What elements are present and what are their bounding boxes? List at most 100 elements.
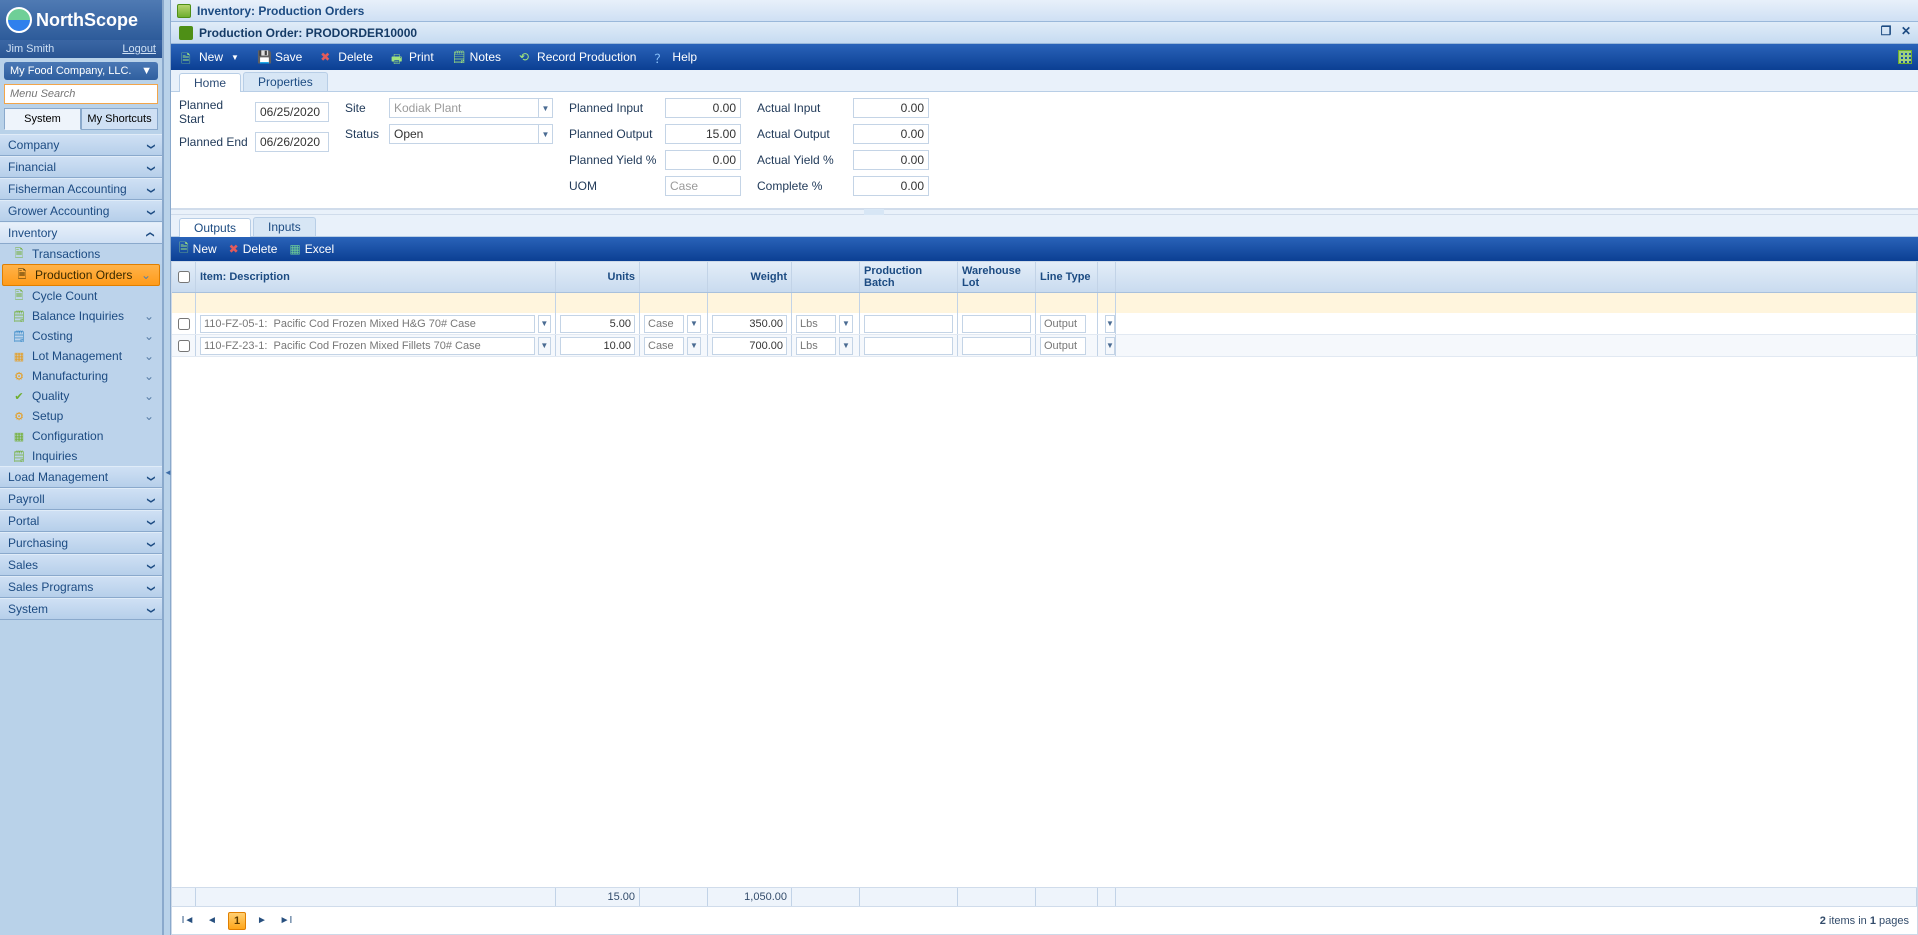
nav-group-grower-accounting[interactable]: Grower Accounting bbox=[0, 200, 162, 222]
sidebar-collapse-handle[interactable] bbox=[163, 0, 171, 935]
col-item[interactable]: Item: Description bbox=[196, 262, 556, 292]
tab-properties[interactable]: Properties bbox=[243, 72, 328, 91]
nav-group-load-management[interactable]: Load Management bbox=[0, 466, 162, 488]
col-linetype[interactable]: Line Type bbox=[1036, 262, 1098, 292]
pager-next[interactable]: ► bbox=[254, 913, 270, 929]
nav-item-costing[interactable]: 🗒Costing⌄ bbox=[0, 326, 162, 346]
actual-output-field[interactable] bbox=[853, 124, 929, 144]
row-checkbox[interactable] bbox=[178, 340, 190, 352]
dropdown-arrow-icon[interactable]: ▼ bbox=[538, 315, 551, 333]
uom-field[interactable] bbox=[665, 176, 741, 196]
pager-last[interactable]: ►I bbox=[278, 913, 294, 929]
tab-system[interactable]: System bbox=[4, 108, 81, 130]
detail-new-button[interactable]: 🗎New bbox=[179, 239, 217, 260]
col-units[interactable]: Units bbox=[556, 262, 640, 292]
help-button[interactable]: ？Help bbox=[650, 48, 701, 66]
menu-search-input[interactable] bbox=[4, 84, 158, 104]
complete-field[interactable] bbox=[853, 176, 929, 196]
tab-inputs[interactable]: Inputs bbox=[253, 217, 316, 236]
dropdown-arrow-icon[interactable]: ▼ bbox=[687, 337, 701, 355]
nav-item-balance-inquiries[interactable]: 🗒Balance Inquiries⌄ bbox=[0, 306, 162, 326]
tab-outputs[interactable]: Outputs bbox=[179, 218, 251, 237]
company-selector[interactable]: My Food Company, LLC. ▼ bbox=[4, 62, 158, 80]
units-cell[interactable] bbox=[560, 337, 635, 355]
nav-group-sales[interactable]: Sales bbox=[0, 554, 162, 576]
nav-group-portal[interactable]: Portal bbox=[0, 510, 162, 532]
select-all-checkbox[interactable] bbox=[178, 271, 190, 283]
item-cell[interactable] bbox=[200, 337, 535, 355]
col-lot[interactable]: Warehouse Lot bbox=[958, 262, 1036, 292]
nav-group-financial[interactable]: Financial bbox=[0, 156, 162, 178]
horizontal-splitter[interactable] bbox=[171, 209, 1918, 215]
planned-yield-field[interactable] bbox=[665, 150, 741, 170]
pager-prev[interactable]: ◄ bbox=[204, 913, 220, 929]
delete-button[interactable]: ✖Delete bbox=[316, 48, 377, 66]
nav-group-payroll[interactable]: Payroll bbox=[0, 488, 162, 510]
actual-input-field[interactable] bbox=[853, 98, 929, 118]
dropdown-arrow-icon[interactable]: ▼ bbox=[839, 337, 853, 355]
weight-cell[interactable] bbox=[712, 337, 787, 355]
nav-item-transactions[interactable]: 🗎Transactions bbox=[0, 244, 162, 264]
detail-delete-button[interactable]: ✖Delete bbox=[229, 242, 278, 256]
weight-uom-cell[interactable] bbox=[796, 315, 836, 333]
window-close-icon[interactable]: ✕ bbox=[1898, 24, 1914, 38]
nav-item-quality[interactable]: ✔Quality⌄ bbox=[0, 386, 162, 406]
units-uom-cell[interactable] bbox=[644, 315, 684, 333]
new-button[interactable]: 🗎New bbox=[177, 48, 243, 66]
dropdown-arrow-icon[interactable]: ▼ bbox=[539, 124, 553, 144]
linetype-cell[interactable] bbox=[1040, 337, 1086, 355]
planned-start-input[interactable] bbox=[255, 102, 329, 122]
status-input[interactable] bbox=[389, 124, 539, 144]
planned-input-field[interactable] bbox=[665, 98, 741, 118]
lot-cell[interactable] bbox=[962, 315, 1031, 333]
item-cell[interactable] bbox=[200, 315, 535, 333]
planned-end-input[interactable] bbox=[255, 132, 329, 152]
units-uom-cell[interactable] bbox=[644, 337, 684, 355]
grid-toggle-icon[interactable] bbox=[1898, 50, 1912, 64]
dropdown-arrow-icon[interactable]: ▼ bbox=[839, 315, 853, 333]
pager-first[interactable]: I◄ bbox=[180, 913, 196, 929]
nav-item-inquiries[interactable]: 🗒Inquiries bbox=[0, 446, 162, 466]
nav-item-manufacturing[interactable]: ⚙Manufacturing⌄ bbox=[0, 366, 162, 386]
logout-link[interactable]: Logout bbox=[122, 43, 156, 55]
grid-row[interactable]: ▼ ▼ ▼ ▼ bbox=[172, 335, 1917, 357]
batch-cell[interactable] bbox=[864, 337, 953, 355]
notes-button[interactable]: 🗒Notes bbox=[448, 48, 505, 66]
nav-item-configuration[interactable]: ▦Configuration bbox=[0, 426, 162, 446]
nav-item-lot-management[interactable]: ▦Lot Management⌄ bbox=[0, 346, 162, 366]
dropdown-arrow-icon[interactable]: ▼ bbox=[1105, 315, 1115, 333]
nav-item-cycle-count[interactable]: 🗎Cycle Count bbox=[0, 286, 162, 306]
batch-cell[interactable] bbox=[864, 315, 953, 333]
print-button[interactable]: 🖶Print bbox=[387, 48, 438, 66]
grid-row[interactable]: ▼ ▼ ▼ ▼ bbox=[172, 313, 1917, 335]
nav-group-company[interactable]: Company bbox=[0, 134, 162, 156]
units-cell[interactable] bbox=[560, 315, 635, 333]
nav-group-fisherman-accounting[interactable]: Fisherman Accounting bbox=[0, 178, 162, 200]
nav-item-production-orders[interactable]: 🗎Production Orders⌄ bbox=[2, 264, 160, 286]
col-batch[interactable]: Production Batch bbox=[860, 262, 958, 292]
dropdown-arrow-icon[interactable]: ▼ bbox=[687, 315, 701, 333]
dropdown-arrow-icon[interactable]: ▼ bbox=[1105, 337, 1115, 355]
nav-group-inventory[interactable]: Inventory bbox=[0, 222, 162, 244]
record-production-button[interactable]: ⟲Record Production bbox=[515, 48, 640, 66]
col-weight[interactable]: Weight bbox=[708, 262, 792, 292]
dropdown-arrow-icon[interactable]: ▼ bbox=[539, 98, 553, 118]
nav-group-system[interactable]: System bbox=[0, 598, 162, 620]
nav-group-sales-programs[interactable]: Sales Programs bbox=[0, 576, 162, 598]
detail-excel-button[interactable]: ▦Excel bbox=[289, 242, 334, 256]
site-input[interactable] bbox=[389, 98, 539, 118]
save-button[interactable]: 💾Save bbox=[253, 48, 306, 66]
weight-uom-cell[interactable] bbox=[796, 337, 836, 355]
nav-group-purchasing[interactable]: Purchasing bbox=[0, 532, 162, 554]
tab-my-shortcuts[interactable]: My Shortcuts bbox=[81, 108, 158, 130]
dropdown-arrow-icon[interactable]: ▼ bbox=[538, 337, 551, 355]
nav-item-setup[interactable]: ⚙Setup⌄ bbox=[0, 406, 162, 426]
pager-page[interactable]: 1 bbox=[228, 912, 246, 930]
planned-output-field[interactable] bbox=[665, 124, 741, 144]
tab-home[interactable]: Home bbox=[179, 73, 241, 92]
weight-cell[interactable] bbox=[712, 315, 787, 333]
actual-yield-field[interactable] bbox=[853, 150, 929, 170]
window-restore-icon[interactable]: ❐ bbox=[1878, 24, 1894, 38]
lot-cell[interactable] bbox=[962, 337, 1031, 355]
row-checkbox[interactable] bbox=[178, 318, 190, 330]
